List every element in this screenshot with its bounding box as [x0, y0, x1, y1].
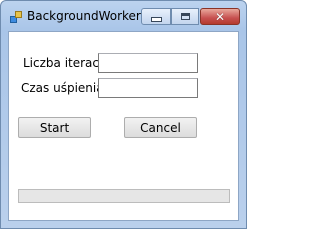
progress-bar: [18, 189, 230, 203]
sleep-time-label: Czas uśpienia: [21, 81, 104, 95]
title-bar[interactable]: BackgroundWorker ✕: [1, 1, 246, 31]
maximize-icon: [180, 13, 190, 20]
maximize-button[interactable]: [171, 8, 199, 25]
close-button[interactable]: ✕: [200, 8, 240, 25]
app-icon[interactable]: [10, 11, 22, 23]
close-icon: ✕: [214, 9, 226, 24]
minimize-icon: [150, 17, 162, 22]
iterations-label: Liczba iteracji: [23, 56, 106, 70]
window-title: BackgroundWorker: [27, 9, 141, 23]
iterations-input[interactable]: [98, 53, 198, 73]
sleep-time-input[interactable]: [98, 78, 198, 98]
cancel-button[interactable]: Cancel: [124, 117, 197, 138]
start-button[interactable]: Start: [18, 117, 91, 138]
minimize-button[interactable]: [141, 8, 171, 25]
app-window: BackgroundWorker ✕ Liczba iteracji Czas …: [0, 0, 247, 229]
form-client-area: Liczba iteracji Czas uśpienia Start Canc…: [8, 31, 239, 221]
